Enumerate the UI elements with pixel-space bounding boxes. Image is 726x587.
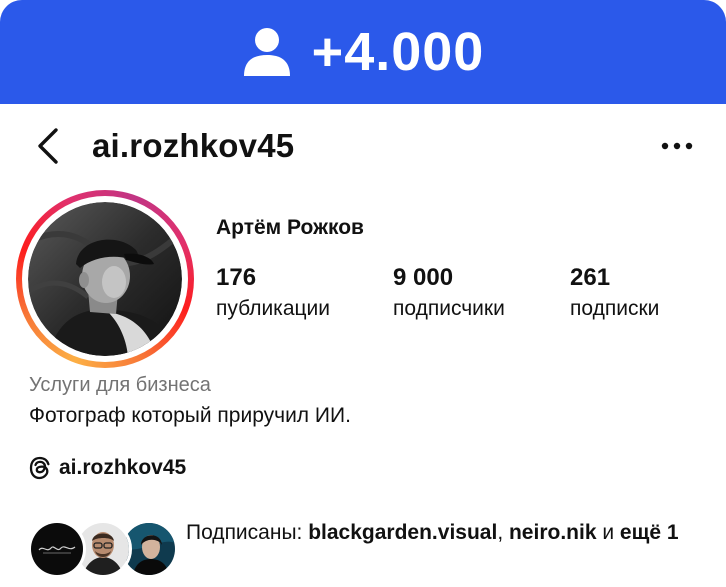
followed-by-text: Подписаны: blackgarden.visual, neiro.nik… xyxy=(186,518,716,548)
person-icon xyxy=(243,28,290,76)
followed-by[interactable]: Подписаны: blackgarden.visual, neiro.nik… xyxy=(28,516,718,580)
stat-following-label: подписки xyxy=(570,297,660,320)
followed-by-prefix: Подписаны: xyxy=(186,521,309,544)
profile-category: Услуги для бизнеса xyxy=(29,374,211,396)
follower-gain-banner: +4.000 xyxy=(0,0,726,104)
followed-by-user-1[interactable]: blackgarden.visual xyxy=(308,521,497,544)
more-dots-icon[interactable] xyxy=(660,134,694,158)
stat-followers[interactable]: 9 000 подписчики xyxy=(393,262,505,324)
threads-link[interactable]: ai.rozhkov45 xyxy=(29,456,186,480)
avatar-inner xyxy=(22,196,188,362)
stat-posts-value: 176 xyxy=(216,264,257,291)
mutual-follower-avatar xyxy=(28,520,86,578)
threads-handle: ai.rozhkov45 xyxy=(59,456,187,479)
profile-header: ai.rozhkov45 xyxy=(0,104,726,186)
page-title: ai.rozhkov45 xyxy=(92,127,295,164)
avatar-photo xyxy=(28,202,182,356)
stat-following-value: 261 xyxy=(570,264,611,291)
followed-by-conjunction: и xyxy=(596,521,620,544)
threads-icon xyxy=(29,456,50,480)
stat-following[interactable]: 261 подписки xyxy=(570,262,659,324)
profile-bio: Фотограф который приручил ИИ. xyxy=(29,404,351,427)
stat-followers-value: 9 000 xyxy=(393,264,454,291)
followed-by-separator: , xyxy=(497,521,509,544)
followed-by-user-2[interactable]: neiro.nik xyxy=(509,521,597,544)
avatar[interactable] xyxy=(16,190,194,368)
display-name: Артём Рожков xyxy=(216,216,364,239)
stat-posts-label: публикации xyxy=(216,297,330,320)
stat-posts[interactable]: 176 публикации xyxy=(216,262,330,324)
stat-followers-label: подписчики xyxy=(393,297,505,320)
follower-gain-count: +4.000 xyxy=(311,22,485,82)
followed-by-more[interactable]: ещё 1 xyxy=(620,521,679,544)
chevron-left-icon[interactable] xyxy=(34,126,64,166)
